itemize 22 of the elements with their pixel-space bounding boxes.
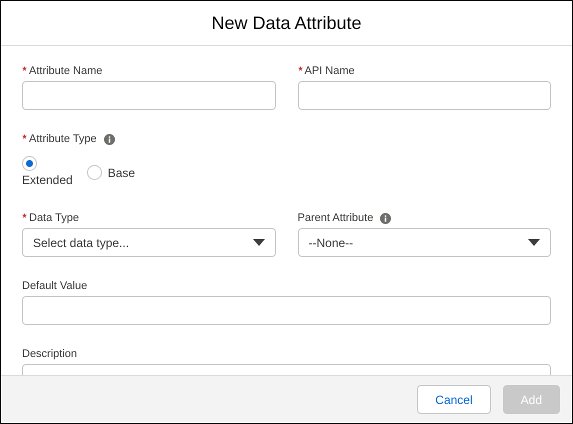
- radio-label[interactable]: Extended: [22, 171, 73, 189]
- field-label: API Name: [304, 64, 355, 79]
- dialog-title: New Data Attribute: [211, 12, 362, 34]
- field-label: Attribute Name: [29, 64, 102, 79]
- radio-button[interactable]: [86, 165, 102, 180]
- field-label: Parent Attribute: [298, 210, 374, 226]
- cancel-button[interactable]: Cancel: [417, 385, 491, 414]
- text-field[interactable]: [22, 81, 276, 110]
- field-label: Description: [22, 346, 78, 362]
- radio-label[interactable]: Base: [108, 164, 136, 182]
- info-icon[interactable]: [380, 212, 392, 224]
- text-field[interactable]: [22, 296, 551, 325]
- info-icon[interactable]: [104, 134, 115, 144]
- text-field[interactable]: [298, 81, 551, 110]
- field-label: Default Value: [22, 278, 88, 294]
- caret-icon: [528, 239, 540, 246]
- dropdown-field[interactable]: Select data type...: [22, 228, 276, 257]
- caret-icon: [252, 239, 264, 246]
- field-label: Attribute Type: [29, 132, 97, 147]
- dropdown-field[interactable]: --None--: [298, 228, 551, 257]
- radio-button[interactable]: [22, 156, 37, 171]
- field-label: Data Type: [29, 210, 79, 226]
